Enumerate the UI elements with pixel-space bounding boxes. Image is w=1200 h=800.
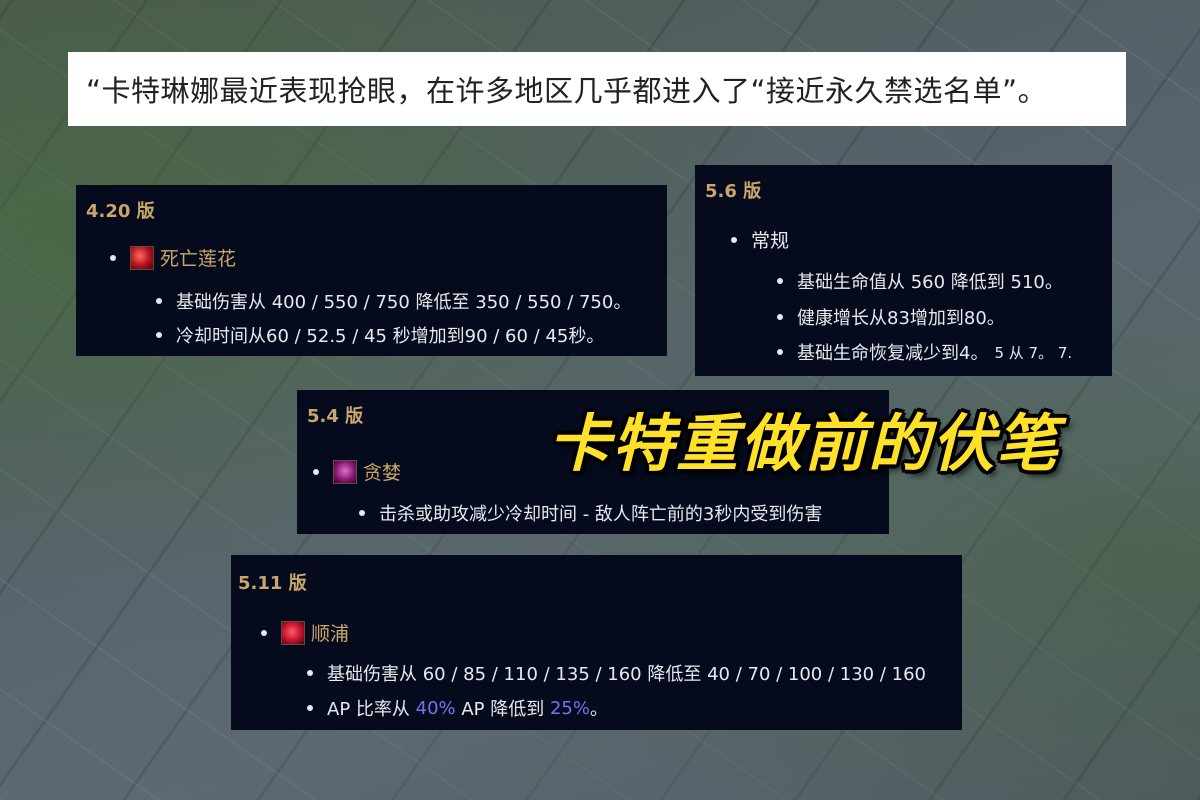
detail-text: 基础伤害从 400 / 550 / 750 降低至 350 / 550 / 75… xyxy=(176,292,632,313)
detail-text: 。 xyxy=(590,699,608,720)
bullet xyxy=(731,236,737,243)
detail-line: 基础生命恢复减少到4。 5 从 7。 7. xyxy=(777,339,1072,365)
detail-line: 健康增长从83增加到80。 xyxy=(777,304,1005,330)
patch-version: 5.6 版 xyxy=(705,181,762,202)
detail-text: AP 降低到 xyxy=(455,699,550,720)
patch-panel-4-20: 4.20 版 死亡莲花 基础伤害从 400 / 550 / 750 降低至 35… xyxy=(76,185,667,356)
detail-text: 冷却时间从60 / 52.5 / 45 秒增加到90 / 60 / 45秒。 xyxy=(176,326,605,347)
bullet xyxy=(359,510,365,516)
bullet xyxy=(777,278,783,284)
category-row: 常规 xyxy=(731,226,789,253)
bullet xyxy=(777,349,783,355)
patch-version: 5.4 版 xyxy=(307,406,364,427)
detail-text: 基础生命值从 560 降低到 510。 xyxy=(797,272,1063,293)
detail-suffix: 5 从 7。 7. xyxy=(994,343,1073,362)
bullet xyxy=(156,298,162,304)
patch-version: 4.20 版 xyxy=(86,201,155,222)
bullet xyxy=(777,314,783,320)
ability-name: 死亡莲花 xyxy=(160,248,237,270)
bullet xyxy=(307,705,313,711)
death-lotus-icon xyxy=(130,245,154,270)
headline-caption: 卡特重做前的伏笔 xyxy=(548,407,1061,480)
ability-row: 贪婪 xyxy=(313,458,401,485)
quote-text: “卡特琳娜最近表现抢眼，在许多地区几乎都进入了“接近永久禁选名单”。 xyxy=(86,74,1048,108)
detail-line: 基础生命值从 560 降低到 510。 xyxy=(777,268,1063,294)
patch-panel-5-6: 5.6 版 常规 基础生命值从 560 降低到 510。 健康增长从83增加到8… xyxy=(695,165,1112,376)
bullet xyxy=(313,468,319,475)
detail-text: AP 比率从 xyxy=(327,699,416,720)
bullet xyxy=(156,332,162,338)
bullet xyxy=(307,670,313,676)
patch-panel-5-11: 5.11 版 顺浦 基础伤害从 60 / 85 / 110 / 135 / 16… xyxy=(231,555,962,730)
detail-line: 冷却时间从60 / 52.5 / 45 秒增加到90 / 60 / 45秒。 xyxy=(156,322,604,348)
quote-box: “卡特琳娜最近表现抢眼，在许多地区几乎都进入了“接近永久禁选名单”。 xyxy=(68,52,1126,126)
ap-ratio-new: 25% xyxy=(549,697,590,719)
patch-version: 5.11 版 xyxy=(238,573,307,594)
detail-text: 击杀或助攻减少冷却时间 - 敌人阵亡前的3秒内受到伤害 xyxy=(379,504,823,525)
detail-text: 基础伤害从 60 / 85 / 110 / 135 / 160 降低至 40 /… xyxy=(327,664,926,685)
ability-row: 顺浦 xyxy=(261,619,349,646)
detail-line: 击杀或助攻减少冷却时间 - 敌人阵亡前的3秒内受到伤害 xyxy=(359,500,822,526)
voracity-icon xyxy=(333,459,357,484)
detail-text: 健康增长从83增加到80。 xyxy=(797,308,1005,329)
bullet xyxy=(110,254,116,261)
shunpo-icon xyxy=(281,620,305,645)
bullet xyxy=(261,629,267,636)
category-name: 常规 xyxy=(751,230,790,252)
ability-name: 顺浦 xyxy=(311,623,350,645)
detail-line: 基础伤害从 60 / 85 / 110 / 135 / 160 降低至 40 /… xyxy=(307,660,926,686)
ability-row: 死亡莲花 xyxy=(110,244,236,271)
detail-text: 基础生命恢复减少到4。 xyxy=(797,343,989,364)
detail-line-ap: AP 比率从 40% AP 降低到 25% 。 xyxy=(307,695,608,721)
detail-line: 基础伤害从 400 / 550 / 750 降低至 350 / 550 / 75… xyxy=(156,288,631,314)
ap-ratio-old: 40% xyxy=(415,697,456,719)
ability-name: 贪婪 xyxy=(363,462,402,484)
